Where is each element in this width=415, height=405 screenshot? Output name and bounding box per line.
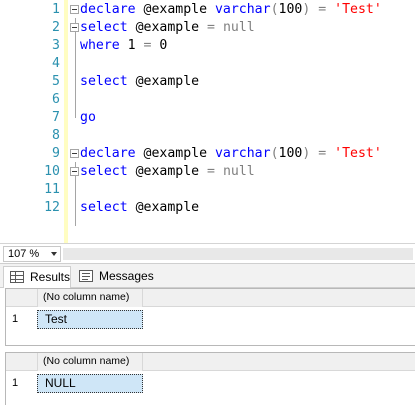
code-token: varchar	[214, 2, 271, 17]
code-line[interactable]: 9 declare @example varchar(100) = 'Test'	[0, 145, 415, 163]
horizontal-scrollbar[interactable]	[63, 248, 413, 260]
code-line[interactable]: 7 go	[0, 109, 415, 127]
line-number: 6	[52, 92, 60, 107]
code-token: select	[80, 200, 128, 215]
code-token: @example	[127, 20, 208, 35]
code-line[interactable]: 3 where 1 = 0	[0, 37, 415, 55]
code-token: select	[80, 74, 128, 89]
zoom-dropdown[interactable]: 107 %	[3, 246, 61, 262]
code-token: 100	[278, 146, 303, 161]
zoom-value: 107 %	[8, 248, 40, 260]
code-token: select	[80, 20, 128, 35]
code-token: null	[222, 20, 255, 35]
code-token: declare	[80, 146, 136, 161]
result-cell[interactable]: Test	[37, 310, 143, 329]
code-token: (	[270, 2, 279, 17]
code-token: 1	[119, 38, 144, 53]
row-number[interactable]: 1	[6, 373, 37, 393]
code-token: 100	[278, 2, 303, 17]
code-token: 'Test'	[334, 146, 382, 161]
code-token: @example	[135, 146, 215, 161]
code-token: null	[222, 164, 255, 179]
grid-icon	[10, 271, 24, 283]
tab-messages-label: Messages	[99, 269, 154, 283]
code-text[interactable]: declare @example varchar(100) = 'Test'	[80, 145, 382, 163]
row-number[interactable]: 1	[6, 309, 37, 329]
tab-results[interactable]: Results	[3, 266, 71, 288]
code-token: go	[80, 110, 96, 125]
code-line[interactable]: 12 select @example	[0, 199, 415, 217]
column-header[interactable]: (No column name)	[37, 353, 143, 371]
code-line[interactable]: 10 select @example = null	[0, 163, 415, 181]
code-text[interactable]: select @example	[80, 199, 199, 217]
code-token: =	[318, 146, 327, 161]
code-token: where	[80, 38, 120, 53]
code-text[interactable]: go	[80, 109, 96, 127]
line-number: 3	[52, 38, 60, 53]
code-token: varchar	[214, 146, 271, 161]
code-line[interactable]: 4	[0, 55, 415, 73]
chevron-down-icon	[51, 252, 57, 256]
code-token: declare	[80, 2, 136, 17]
code-text[interactable]: select @example = null	[80, 19, 255, 37]
code-token: (	[270, 146, 279, 161]
tab-messages[interactable]: Messages	[73, 266, 155, 288]
code-line[interactable]: 6	[0, 91, 415, 109]
editor-status-strip: 107 %	[0, 243, 415, 263]
line-number: 4	[52, 56, 60, 71]
code-token: 'Test'	[334, 2, 382, 17]
code-line[interactable]: 5 select @example	[0, 73, 415, 91]
result-cell[interactable]: NULL	[37, 374, 143, 393]
code-text[interactable]: where 1 = 0	[80, 37, 167, 55]
line-number: 2	[52, 20, 60, 35]
code-line[interactable]: 2 select @example = null	[0, 19, 415, 37]
code-token: @example	[127, 200, 200, 215]
code-token: 0	[151, 38, 168, 53]
code-text[interactable]: select @example = null	[80, 163, 255, 181]
code-token: select	[80, 164, 128, 179]
line-number: 5	[52, 74, 60, 89]
code-text[interactable]: select @example	[80, 73, 199, 91]
line-number: 12	[44, 200, 60, 215]
line-number: 10	[44, 164, 60, 179]
result-grid-1[interactable]: (No column name) 1 Test	[5, 288, 415, 346]
code-line[interactable]: 8	[0, 127, 415, 145]
code-token: =	[318, 2, 327, 17]
code-text[interactable]: declare @example varchar(100) = 'Test'	[80, 1, 382, 19]
grid-header-row: (No column name)	[6, 353, 415, 371]
code-token: @example	[127, 164, 208, 179]
result-grid-2[interactable]: (No column name) 1 NULL	[5, 352, 415, 405]
line-number: 7	[52, 110, 60, 125]
code-token: =	[207, 20, 215, 35]
line-number: 9	[52, 146, 60, 161]
line-number: 1	[52, 2, 60, 17]
code-token: @example	[127, 74, 200, 89]
code-line[interactable]: 11	[0, 181, 415, 199]
results-tabs: Results Messages	[0, 264, 415, 288]
code-token: =	[207, 164, 215, 179]
code-line[interactable]: 1 declare @example varchar(100) = 'Test'	[0, 1, 415, 19]
grid-header-row: (No column name)	[6, 289, 415, 307]
query-editor[interactable]: 1 declare @example varchar(100) = 'Test' 2…	[0, 0, 415, 243]
column-header[interactable]: (No column name)	[37, 289, 143, 307]
messages-icon	[79, 270, 93, 282]
results-pane: Results Messages (No column name) 1 Test…	[0, 263, 415, 405]
tab-results-label: Results	[30, 270, 71, 284]
line-number: 8	[52, 128, 60, 143]
code-token: @example	[135, 2, 215, 17]
line-number: 11	[44, 182, 60, 197]
